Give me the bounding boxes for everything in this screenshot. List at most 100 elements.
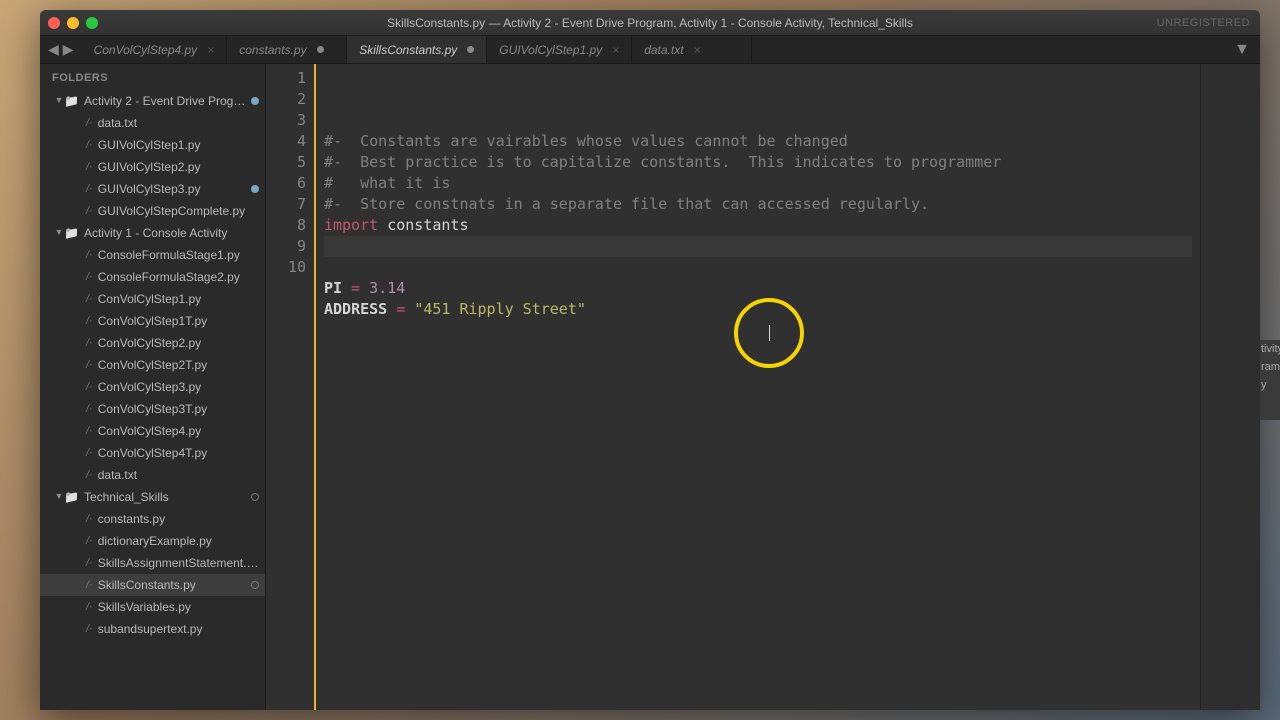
code-line[interactable]: ADDRESS = "451 Ripply Street": [324, 299, 1192, 320]
tab-label: data.txt: [644, 43, 683, 57]
file-label: constants.py: [98, 512, 259, 526]
folder-label: Technical_Skills: [84, 490, 247, 504]
close-tab-icon[interactable]: ×: [612, 43, 619, 57]
tab-guivolcylstep1-py[interactable]: GUIVolCylStep1.py×: [487, 36, 632, 63]
tab-overflow-button[interactable]: ▼: [1224, 36, 1260, 63]
file-icon: /·: [86, 535, 93, 547]
code-line[interactable]: # what it is: [324, 173, 1192, 194]
file-label: ConVolCylStep3T.py: [98, 402, 259, 416]
file-convolcylstep1t-py[interactable]: /· ConVolCylStep1T.py: [40, 310, 265, 332]
file-icon: /·: [86, 315, 93, 327]
code-line[interactable]: #- Best practice is to capitalize consta…: [324, 152, 1192, 173]
file-tree: ▼📁Activity 2 - Event Drive Program/·data…: [40, 90, 265, 640]
nav-back-icon[interactable]: ◀: [48, 41, 59, 58]
line-number: 8: [273, 215, 306, 236]
tab-bar: ◀ ▶ ConVolCylStep4.py× constants.py Skills…: [40, 36, 1260, 64]
dirty-indicator-icon: [317, 46, 324, 53]
titlebar[interactable]: SkillsConstants.py — Activity 2 - Event …: [40, 10, 1260, 36]
tab-convolcylstep4-py[interactable]: ConVolCylStep4.py×: [82, 36, 228, 63]
file-skillsvariables-py[interactable]: /·SkillsVariables.py: [40, 596, 265, 618]
code-line[interactable]: [324, 257, 1192, 278]
line-number: 10: [273, 257, 306, 278]
close-window-button[interactable]: [48, 17, 60, 29]
dirty-indicator-icon: [251, 97, 259, 105]
file-label: data.txt: [98, 116, 259, 130]
line-number: 6: [273, 173, 306, 194]
file-guivolcylstepcomplete-py[interactable]: /·GUIVolCylStepComplete.py: [40, 200, 265, 222]
code-line[interactable]: PI = 3.14: [324, 278, 1192, 299]
code-line[interactable]: #- Constants are vairables whose values …: [324, 131, 1192, 152]
file-icon: /·: [86, 359, 93, 371]
code-line[interactable]: #- Store constnats in a separate file th…: [324, 194, 1192, 215]
close-tab-icon[interactable]: ×: [694, 43, 701, 57]
file-icon: /·: [86, 337, 93, 349]
file-icon: /·: [86, 183, 93, 195]
file-guivolcylstep3-py[interactable]: /·GUIVolCylStep3.py: [40, 178, 265, 200]
file-label: subandsupertext.py: [98, 622, 259, 636]
file-guivolcylstep2-py[interactable]: /·GUIVolCylStep2.py: [40, 156, 265, 178]
tab-data-txt[interactable]: data.txt ×: [632, 36, 752, 63]
tab-constants-py[interactable]: constants.py: [227, 36, 347, 63]
close-tab-icon[interactable]: ×: [207, 43, 214, 57]
file-icon: /·: [86, 117, 93, 129]
file-convolcylstep3-py[interactable]: /·ConVolCylStep3.py: [40, 376, 265, 398]
file-icon: /·: [86, 425, 93, 437]
folder-icon: 📁: [64, 226, 79, 240]
file-icon: /·: [86, 249, 93, 261]
window-controls: [48, 17, 98, 29]
file-consoleformulastage2-py[interactable]: /·ConsoleFormulaStage2.py: [40, 266, 265, 288]
file-label: ConVolCylStep3.py: [98, 380, 259, 394]
open-indicator-icon: [251, 493, 259, 501]
line-number: 1: [273, 68, 306, 89]
file-convolcylstep2t-py[interactable]: /· ConVolCylStep2T.py: [40, 354, 265, 376]
file-convolcylstep4t-py[interactable]: /·ConVolCylStep4T.py: [40, 442, 265, 464]
file-dictionaryexample-py[interactable]: /·dictionaryExample.py: [40, 530, 265, 552]
folder-activity-2-event-drive-program[interactable]: ▼📁Activity 2 - Event Drive Program: [40, 90, 265, 112]
nav-forward-icon[interactable]: ▶: [63, 41, 74, 58]
folder-technical_skills[interactable]: ▼📁Technical_Skills: [40, 486, 265, 508]
dirty-indicator-icon: [467, 46, 474, 53]
file-convolcylstep3t-py[interactable]: /·ConVolCylStep3T.py: [40, 398, 265, 420]
file-skillsconstants-py[interactable]: /·SkillsConstants.py: [40, 574, 265, 596]
file-icon: /·: [86, 601, 93, 613]
minimap[interactable]: [1200, 64, 1260, 710]
tab-skillsconstants-py[interactable]: SkillsConstants.py: [347, 36, 487, 63]
file-constants-py[interactable]: /·constants.py: [40, 508, 265, 530]
folder-icon: 📁: [64, 490, 79, 504]
zoom-window-button[interactable]: [86, 17, 98, 29]
folder-label: Activity 2 - Event Drive Program: [84, 94, 247, 108]
code-line[interactable]: [324, 320, 1192, 341]
folder-icon: 📁: [64, 94, 79, 108]
file-skillsassignmentstatement-py[interactable]: /·SkillsAssignmentStatement.py: [40, 552, 265, 574]
tab-label: SkillsConstants.py: [359, 43, 457, 57]
line-gutter: 12345678910: [266, 64, 316, 710]
sidebar-header: FOLDERS: [40, 64, 265, 90]
file-label: ConVolCylStep1T.py: [98, 314, 259, 328]
tab-nav: ◀ ▶: [40, 36, 82, 63]
file-label: SkillsConstants.py: [98, 578, 247, 592]
file-label: GUIVolCylStep1.py: [98, 138, 259, 152]
folder-activity-1-console-activity[interactable]: ▼📁Activity 1 - Console Activity: [40, 222, 265, 244]
code-editor[interactable]: #- Constants are vairables whose values …: [316, 64, 1200, 710]
minimize-window-button[interactable]: [67, 17, 79, 29]
file-data-txt[interactable]: /· data.txt: [40, 112, 265, 134]
file-convolcylstep4-py[interactable]: /·ConVolCylStep4.py: [40, 420, 265, 442]
open-indicator-icon: [251, 581, 259, 589]
file-icon: /·: [86, 557, 93, 569]
file-convolcylstep1-py[interactable]: /·ConVolCylStep1.py: [40, 288, 265, 310]
tab-label: constants.py: [239, 43, 306, 57]
file-label: ConVolCylStep1.py: [98, 292, 259, 306]
code-line[interactable]: import constants: [324, 215, 1192, 236]
file-data-txt[interactable]: /·data.txt: [40, 464, 265, 486]
folder-label: Activity 1 - Console Activity: [84, 226, 259, 240]
file-consoleformulastage1-py[interactable]: /·ConsoleFormulaStage1.py: [40, 244, 265, 266]
code-line[interactable]: [324, 236, 1192, 257]
sidebar[interactable]: FOLDERS ▼📁Activity 2 - Event Drive Progr…: [40, 64, 266, 710]
file-convolcylstep2-py[interactable]: /·ConVolCylStep2.py: [40, 332, 265, 354]
line-number: 4: [273, 131, 306, 152]
line-number: 5: [273, 152, 306, 173]
file-subandsupertext-py[interactable]: /·subandsupertext.py: [40, 618, 265, 640]
file-label: ConVolCylStep2T.py: [98, 358, 259, 372]
file-guivolcylstep1-py[interactable]: /·GUIVolCylStep1.py: [40, 134, 265, 156]
file-icon: /·: [86, 447, 93, 459]
